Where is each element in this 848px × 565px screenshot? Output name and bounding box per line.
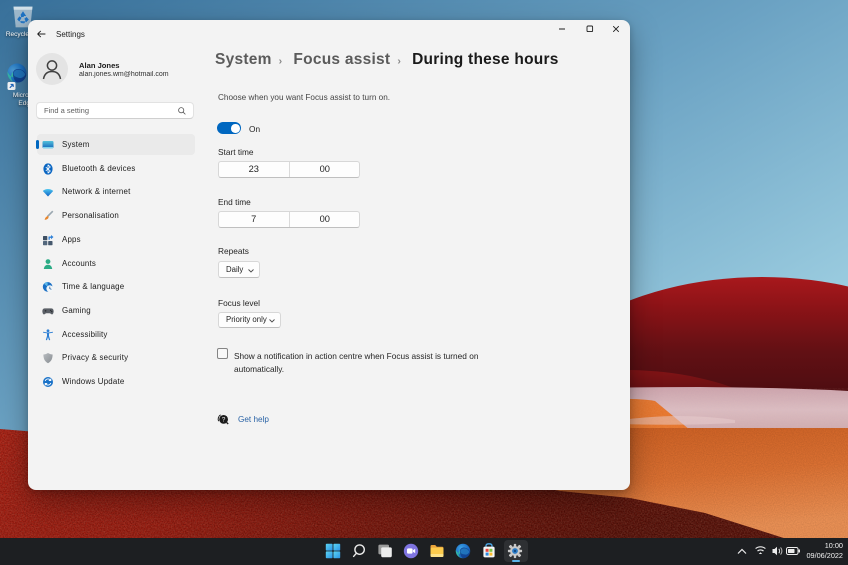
svg-text:?: ? (222, 417, 226, 424)
